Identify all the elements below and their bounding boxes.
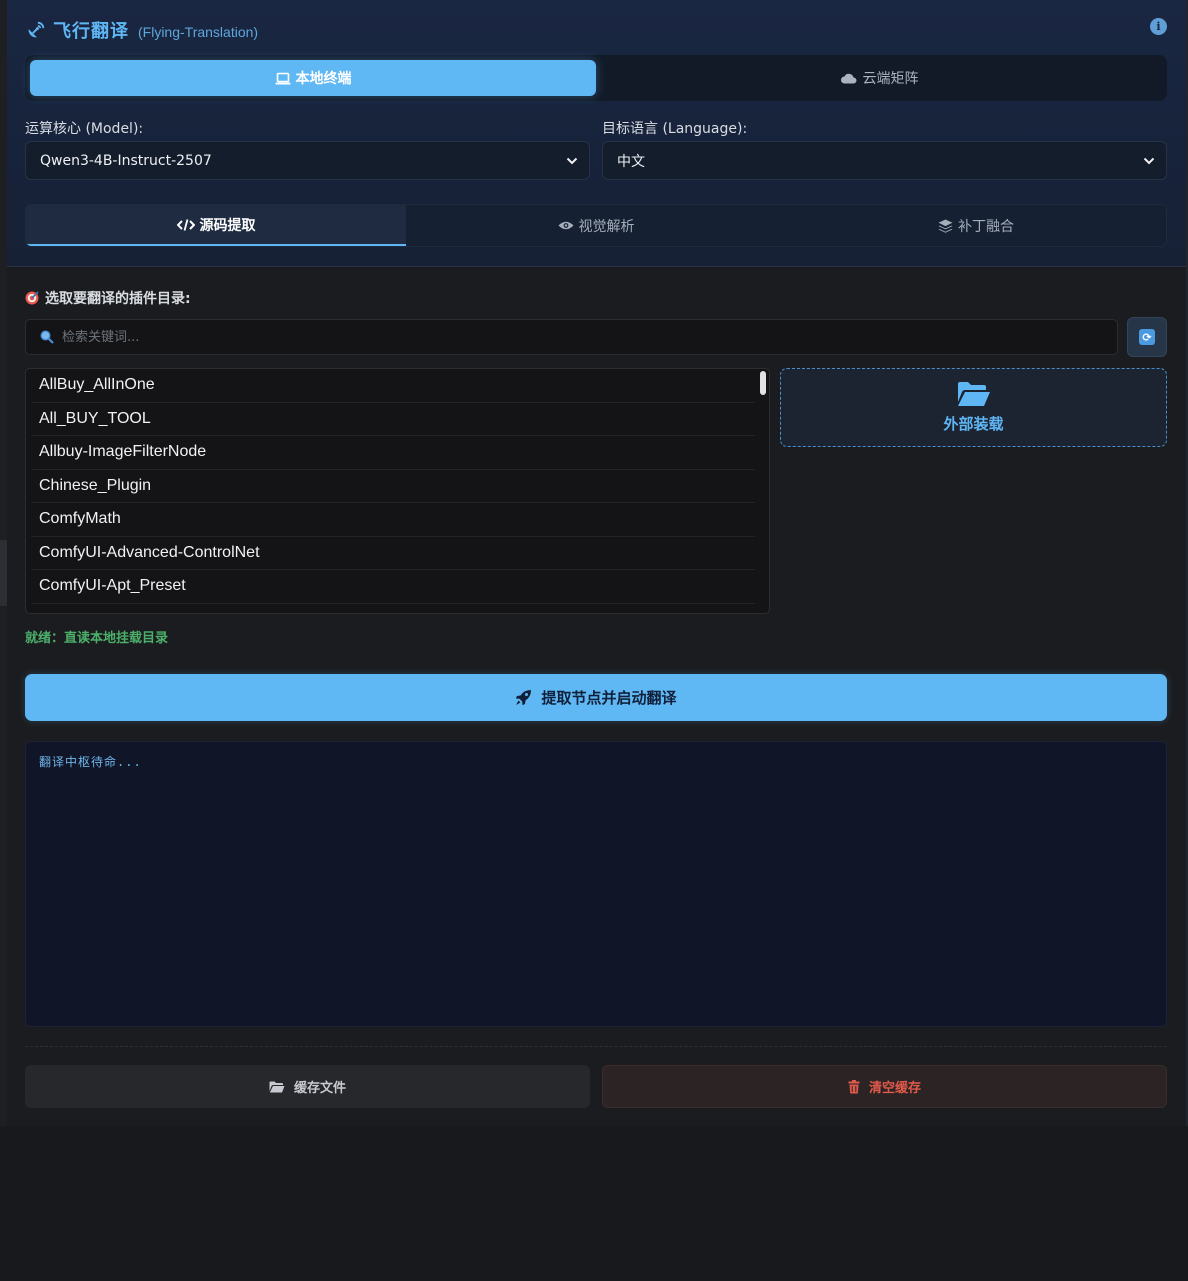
folder-icon (269, 1081, 285, 1093)
list-item[interactable]: ComfyMath (31, 503, 755, 537)
chevron-down-icon (566, 157, 578, 165)
tab-patch-merge[interactable]: 补丁融合 (786, 205, 1166, 246)
list-item[interactable]: Allbuy-ImageFilterNode (31, 436, 755, 470)
mode-tabs: 本地终端 云端矩阵 (25, 55, 1167, 101)
list-item[interactable]: Chinese_Plugin (31, 470, 755, 503)
folder-open-icon (957, 382, 990, 406)
chevron-down-icon (1143, 157, 1155, 165)
refresh-button[interactable]: ⟳ (1127, 317, 1167, 357)
tab-source-extract-label: 源码提取 (199, 217, 256, 234)
target-icon (25, 291, 39, 305)
tab-local-terminal-label: 本地终端 (295, 71, 352, 87)
app-subtitle: (Flying-Translation) (138, 23, 259, 40)
tab-cloud-matrix[interactable]: 云端矩阵 (596, 60, 1162, 96)
list-item[interactable]: AllBuy_AllInOne (31, 369, 755, 403)
search-input[interactable] (60, 328, 960, 346)
log-output[interactable]: 翻译中枢待命... (25, 741, 1167, 1027)
external-load-button[interactable]: 外部装载 (780, 368, 1167, 447)
external-load-label: 外部装载 (943, 415, 1004, 433)
model-select-value: Qwen3-4B-Instruct-2507 (40, 152, 212, 169)
laptop-icon (275, 72, 291, 85)
rocket-icon (515, 689, 532, 706)
tab-source-extract[interactable]: 源码提取 (26, 205, 406, 246)
status-text: 就绪：直读本地挂载目录 (25, 631, 169, 646)
model-label: 运算核心 (Model): (25, 121, 144, 137)
list-item[interactable]: All_BUY_TOOL (31, 403, 755, 436)
eye-icon (558, 220, 574, 231)
search-box[interactable] (25, 319, 1118, 355)
plugin-section-text: 选取要翻译的插件目录: (45, 291, 191, 307)
clear-cache-button[interactable]: 清空缓存 (602, 1065, 1167, 1108)
log-text: 翻译中枢待命... (39, 755, 142, 769)
cache-files-button[interactable]: 缓存文件 (25, 1065, 590, 1108)
plugin-section-label: 选取要翻译的插件目录: (25, 288, 191, 308)
tab-patch-merge-label: 补丁融合 (958, 218, 1014, 235)
refresh-icon: ⟳ (1139, 329, 1155, 345)
sub-tabs: 源码提取 视觉解析 补丁融合 (25, 204, 1167, 247)
model-select[interactable]: Qwen3-4B-Instruct-2507 (25, 141, 590, 180)
tab-visual-parse[interactable]: 视觉解析 (406, 205, 786, 246)
language-select-value: 中文 (617, 153, 645, 170)
trash-icon (848, 1079, 860, 1094)
info-icon[interactable]: i (1150, 18, 1167, 35)
edge-handle[interactable] (0, 540, 7, 606)
clear-cache-label: 清空缓存 (868, 1081, 921, 1096)
search-icon (40, 330, 54, 344)
satellite-dish-icon (28, 21, 45, 38)
app-window: 飞行翻译 (Flying-Translation) i 本地终端 云端矩阵 运算… (0, 0, 1188, 1281)
left-edge-strip (0, 0, 7, 1126)
cache-files-label: 缓存文件 (293, 1081, 346, 1096)
layers-icon (938, 219, 953, 233)
list-scrollbar[interactable] (760, 371, 766, 395)
tab-visual-parse-label: 视觉解析 (578, 218, 635, 235)
plugin-list[interactable]: AllBuy_AllInOne All_BUY_TOOL Allbuy-Imag… (25, 368, 770, 614)
extract-translate-label: 提取节点并启动翻译 (541, 689, 677, 707)
tab-local-terminal[interactable]: 本地终端 (30, 60, 596, 96)
list-item[interactable]: ComfyUI-Apt_Preset (31, 570, 755, 604)
app-title: 飞行翻译 (53, 21, 129, 42)
tab-cloud-matrix-label: 云端矩阵 (862, 71, 919, 87)
extract-translate-button[interactable]: 提取节点并启动翻译 (25, 674, 1167, 721)
code-icon (176, 218, 195, 231)
cloud-icon (840, 72, 858, 84)
main-panel: 选取要翻译的插件目录: ⟳ AllBuy_AllInOne All_BUY_TO… (7, 268, 1186, 1126)
language-select[interactable]: 中文 (602, 141, 1167, 180)
list-item[interactable]: ComfyUI-Advanced-ControlNet (31, 537, 755, 570)
header-panel: 飞行翻译 (Flying-Translation) i 本地终端 云端矩阵 运算… (7, 0, 1186, 267)
language-label: 目标语言 (Language): (602, 121, 748, 137)
divider (25, 1046, 1167, 1047)
title-row: 飞行翻译 (Flying-Translation) (25, 14, 258, 46)
